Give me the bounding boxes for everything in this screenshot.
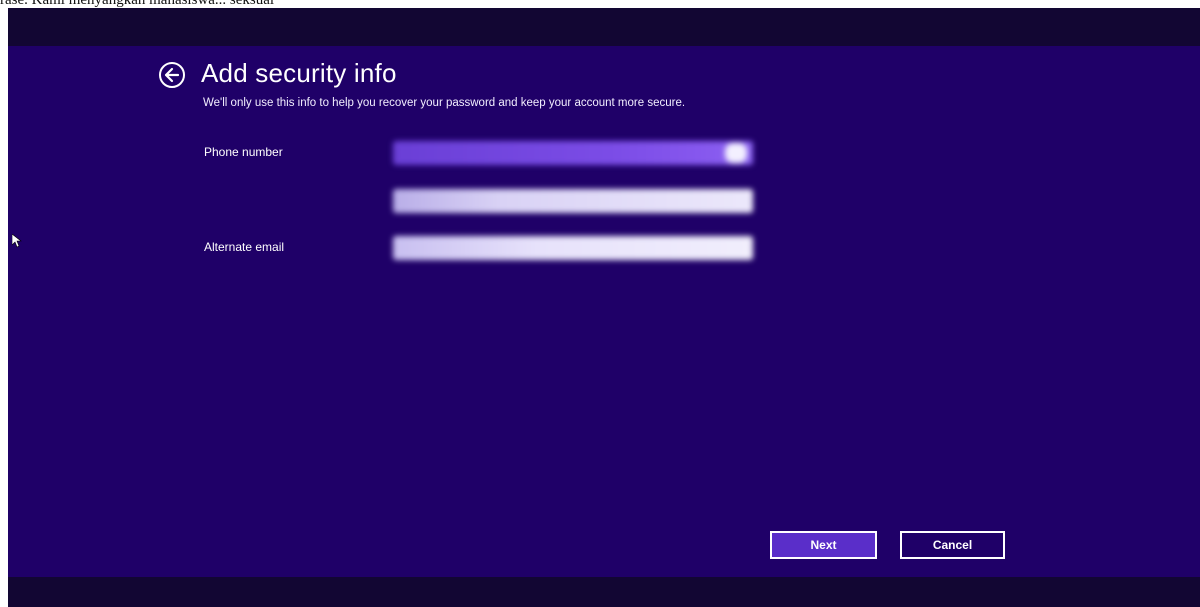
mouse-pointer-icon (12, 234, 22, 248)
security-info-screen: Add security info We'll only use this in… (8, 8, 1200, 607)
next-button[interactable]: Next (770, 531, 877, 559)
bottom-bar (8, 577, 1200, 607)
page-title: Add security info (201, 58, 397, 88)
alternate-email-label: Alternate email (204, 240, 285, 254)
back-button[interactable] (159, 62, 185, 88)
top-bar (8, 8, 1200, 46)
phone-number-label: Phone number (204, 145, 283, 159)
page-description: We'll only use this info to help you rec… (203, 97, 686, 109)
dropdown-arrow-icon (725, 143, 747, 163)
alternate-email-input[interactable] (393, 236, 753, 260)
cancel-button[interactable]: Cancel (900, 531, 1005, 559)
country-code-select[interactable] (393, 141, 753, 165)
phone-number-input[interactable] (393, 189, 753, 213)
back-arrow-icon (164, 67, 180, 83)
